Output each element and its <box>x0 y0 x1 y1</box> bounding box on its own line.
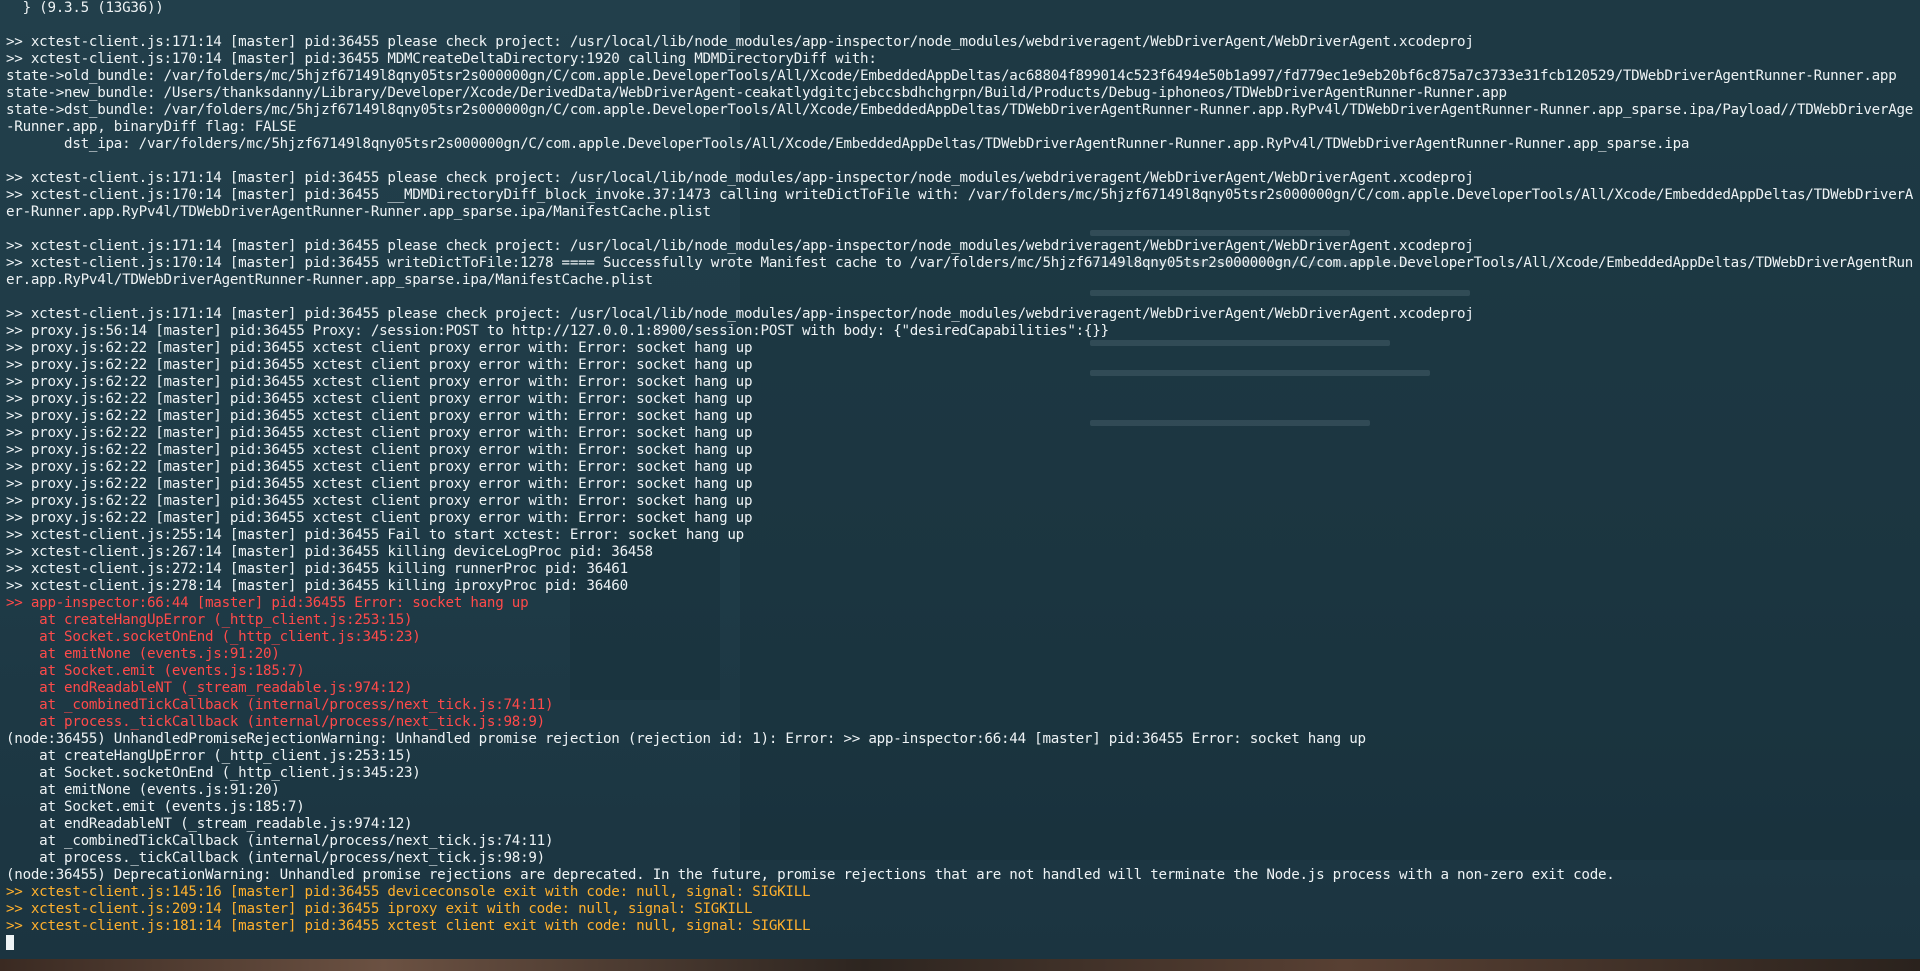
terminal-line: at endReadableNT (_stream_readable.js:97… <box>6 816 413 832</box>
terminal-line: >> proxy.js:62:22 [master] pid:36455 xct… <box>6 408 753 424</box>
terminal-line: -Runner.app, binaryDiff flag: FALSE <box>6 119 297 135</box>
terminal-line: >> proxy.js:62:22 [master] pid:36455 xct… <box>6 442 753 458</box>
terminal-line: >> xctest-client.js:171:14 [master] pid:… <box>6 170 1474 186</box>
terminal-warning-line: >> xctest-client.js:181:14 [master] pid:… <box>6 918 811 934</box>
terminal-line: >> xctest-client.js:170:14 [master] pid:… <box>6 187 1914 203</box>
terminal-line: (node:36455) UnhandledPromiseRejectionWa… <box>6 731 1366 747</box>
terminal-line: >> proxy.js:62:22 [master] pid:36455 xct… <box>6 476 753 492</box>
terminal-line: >> proxy.js:62:22 [master] pid:36455 xct… <box>6 510 753 526</box>
terminal-error-line: at Socket.emit (events.js:185:7) <box>6 663 305 679</box>
terminal-error-line: at Socket.socketOnEnd (_http_client.js:3… <box>6 629 421 645</box>
terminal-line: er-Runner.app.RyPv4l/TDWebDriverAgentRun… <box>6 204 711 220</box>
terminal-line: >> proxy.js:56:14 [master] pid:36455 Pro… <box>6 323 1109 339</box>
terminal-line: >> xctest-client.js:171:14 [master] pid:… <box>6 238 1474 254</box>
terminal-line: >> xctest-client.js:255:14 [master] pid:… <box>6 527 744 543</box>
terminal-line: at Socket.socketOnEnd (_http_client.js:3… <box>6 765 421 781</box>
terminal-line: dst_ipa: /var/folders/mc/5hjzf67149l8qny… <box>6 136 1690 152</box>
terminal-line: >> proxy.js:62:22 [master] pid:36455 xct… <box>6 340 753 356</box>
terminal-line: er.app.RyPv4l/TDWebDriverAgentRunner-Run… <box>6 272 653 288</box>
terminal-error-line: at _combinedTickCallback (internal/proce… <box>6 697 554 713</box>
terminal-error-line: at endReadableNT (_stream_readable.js:97… <box>6 680 413 696</box>
desktop-wallpaper-strip <box>0 959 1920 971</box>
terminal-line: >> xctest-client.js:272:14 [master] pid:… <box>6 561 628 577</box>
terminal-line: at process._tickCallback (internal/proce… <box>6 850 545 866</box>
terminal-line: at emitNone (events.js:91:20) <box>6 782 280 798</box>
terminal-error-line: at createHangUpError (_http_client.js:25… <box>6 612 413 628</box>
terminal-line: >> proxy.js:62:22 [master] pid:36455 xct… <box>6 493 753 509</box>
terminal-line: at createHangUpError (_http_client.js:25… <box>6 748 413 764</box>
terminal-line: >> proxy.js:62:22 [master] pid:36455 xct… <box>6 425 753 441</box>
terminal-window: } (9.3.5 (13G36)) >> xctest-client.js:171… <box>0 0 1920 971</box>
terminal-error-line: >> app-inspector:66:44 [master] pid:3645… <box>6 595 529 611</box>
terminal-line: >> xctest-client.js:171:14 [master] pid:… <box>6 34 1474 50</box>
terminal-warning-line: >> xctest-client.js:145:16 [master] pid:… <box>6 884 811 900</box>
terminal-line: >> proxy.js:62:22 [master] pid:36455 xct… <box>6 374 753 390</box>
terminal-line: >> xctest-client.js:170:14 [master] pid:… <box>6 255 1914 271</box>
terminal-line: >> xctest-client.js:171:14 [master] pid:… <box>6 306 1474 322</box>
terminal-line: >> xctest-client.js:278:14 [master] pid:… <box>6 578 628 594</box>
terminal-line: >> xctest-client.js:267:14 [master] pid:… <box>6 544 653 560</box>
terminal-line: at _combinedTickCallback (internal/proce… <box>6 833 554 849</box>
terminal-line: (node:36455) DeprecationWarning: Unhandl… <box>6 867 1615 883</box>
terminal-line: } (9.3.5 (13G36)) <box>6 0 164 16</box>
terminal-line: >> proxy.js:62:22 [master] pid:36455 xct… <box>6 391 753 407</box>
terminal-line: at Socket.emit (events.js:185:7) <box>6 799 305 815</box>
terminal-error-line: at emitNone (events.js:91:20) <box>6 646 280 662</box>
terminal-line: >> xctest-client.js:170:14 [master] pid:… <box>6 51 877 67</box>
terminal-line: >> proxy.js:62:22 [master] pid:36455 xct… <box>6 357 753 373</box>
terminal-line: >> proxy.js:62:22 [master] pid:36455 xct… <box>6 459 753 475</box>
terminal-line: state->new_bundle: /Users/thanksdanny/Li… <box>6 85 1507 101</box>
terminal-output[interactable]: } (9.3.5 (13G36)) >> xctest-client.js:171… <box>6 0 1914 955</box>
terminal-error-line: at process._tickCallback (internal/proce… <box>6 714 545 730</box>
terminal-line: state->old_bundle: /var/folders/mc/5hjzf… <box>6 68 1897 84</box>
text-cursor <box>6 935 14 950</box>
terminal-line: state->dst_bundle: /var/folders/mc/5hjzf… <box>6 102 1914 118</box>
terminal-prompt-line[interactable] <box>6 935 1914 952</box>
terminal-warning-line: >> xctest-client.js:209:14 [master] pid:… <box>6 901 753 917</box>
